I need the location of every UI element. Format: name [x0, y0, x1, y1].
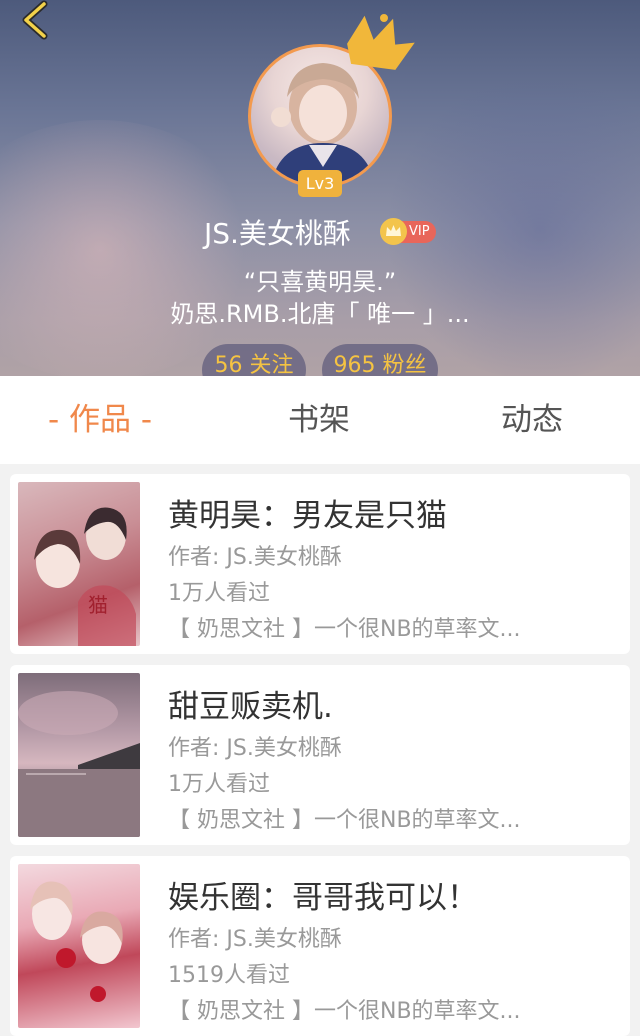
book-description: 【 奶思文社 】一个很NB的草率文...	[168, 617, 521, 642]
bio-line-2: 奶思.RMB.北唐「 唯一 」...	[170, 300, 470, 328]
tab-activity[interactable]: 动态	[501, 396, 563, 444]
book-card[interactable]: 猫 黄明昊：男友是只猫 作者: JS.美女桃酥 1万人看过 【 奶思文社 】一个…	[10, 474, 630, 654]
book-title[interactable]: 黄明昊：男友是只猫	[168, 494, 447, 538]
book-author: 作者: JS.美女桃酥	[168, 545, 342, 570]
crown-icon	[347, 14, 415, 70]
book-view-count: 1519人看过	[168, 963, 290, 988]
tab-bar: - 作品 - 书架 动态	[0, 376, 640, 464]
tab-works[interactable]: - 作品 -	[48, 396, 152, 444]
book-view-count: 1万人看过	[168, 772, 270, 797]
level-badge: Lv3	[298, 170, 342, 197]
book-author: 作者: JS.美女桃酥	[168, 736, 342, 761]
book-description: 【 奶思文社 】一个很NB的草率文...	[168, 999, 521, 1024]
book-title[interactable]: 甜豆贩卖机.	[168, 685, 333, 729]
book-view-count: 1万人看过	[168, 581, 270, 606]
svg-text:猫: 猫	[88, 593, 108, 617]
profile-header: Lv3 JS.美女桃酥 VIP “只喜黄明昊.” 奶思.RMB.北唐「 唯一 」…	[0, 0, 640, 376]
back-arrow-icon[interactable]	[14, 0, 54, 44]
fans-count-button[interactable]: 965 粉丝	[322, 344, 438, 376]
book-title[interactable]: 娱乐圈：哥哥我可以！	[168, 876, 478, 920]
book-cover-image[interactable]: 猫	[18, 482, 140, 646]
book-description: 【 奶思文社 】一个很NB的草率文...	[168, 808, 521, 833]
vip-badge[interactable]: VIP	[380, 218, 436, 245]
book-card[interactable]: 甜豆贩卖机. 作者: JS.美女桃酥 1万人看过 【 奶思文社 】一个很NB的草…	[10, 665, 630, 845]
follow-count-button[interactable]: 56 关注	[202, 344, 306, 376]
book-author: 作者: JS.美女桃酥	[168, 927, 342, 952]
tab-bookshelf[interactable]: 书架	[288, 396, 350, 444]
book-cover-image[interactable]	[18, 864, 140, 1028]
bio-line-1: “只喜黄明昊.”	[243, 268, 397, 296]
vip-crown-icon	[380, 218, 407, 245]
avatar-container[interactable]	[248, 14, 415, 188]
vip-label: VIP	[409, 224, 430, 239]
book-card[interactable]: 娱乐圈：哥哥我可以！ 作者: JS.美女桃酥 1519人看过 【 奶思文社 】一…	[10, 856, 630, 1036]
username: JS.美女桃酥	[204, 217, 351, 250]
book-cover-image[interactable]	[18, 673, 140, 837]
